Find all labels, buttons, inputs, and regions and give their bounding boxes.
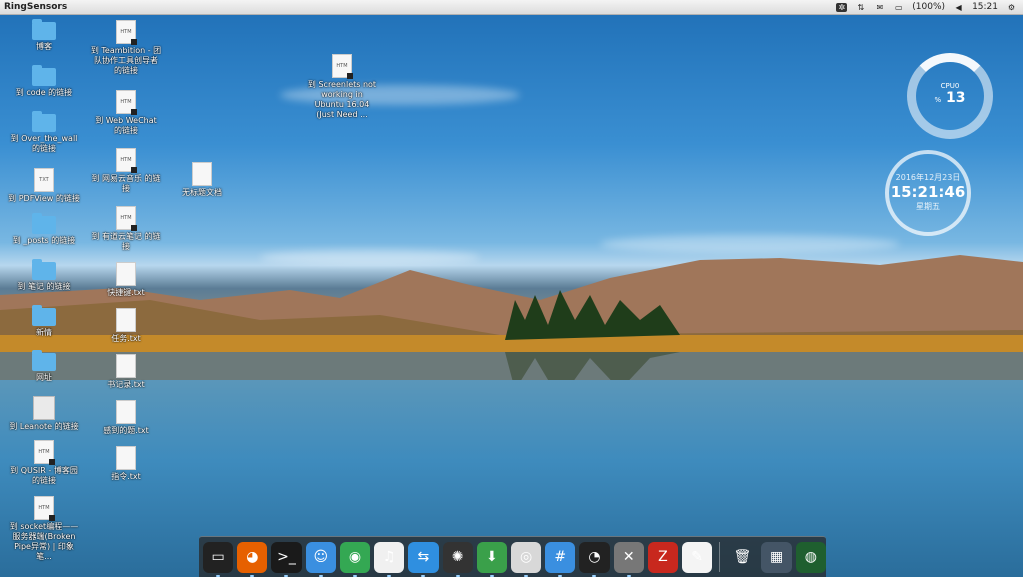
ringsensors-tray-icon[interactable]: ✲: [836, 2, 848, 12]
settings-icon[interactable]: ✕: [613, 541, 644, 577]
aperture-icon[interactable]: ✺: [442, 541, 473, 577]
disk-icon[interactable]: ◎: [510, 541, 542, 577]
folder-icon: [32, 350, 56, 371]
terminal-icon[interactable]: >_: [271, 541, 302, 577]
folder-icon: [32, 259, 56, 280]
dock: ▭ ◕ >_ ☺ ◉ ♫ ⇆ ✺ ⬇ ◎ # ◔ ✕ Z ✎ 🗑 ▦ ◍: [199, 536, 826, 577]
running-indicator: [558, 574, 563, 577]
show-desktop-icon[interactable]: ▦: [761, 541, 792, 573]
folder-icon: [32, 19, 56, 40]
running-indicator: [352, 574, 357, 577]
text-file-icon: [116, 446, 136, 470]
html-file-icon: HTM: [116, 20, 137, 45]
download-icon[interactable]: ⬇: [476, 541, 507, 577]
running-indicator: [284, 574, 289, 577]
desktop-icon-wechat-link[interactable]: HTM 到 Web WeChat 的链接: [90, 90, 162, 136]
active-app-name: RingSensors: [4, 2, 68, 12]
running-indicator: [318, 574, 323, 577]
text-file-icon: [116, 400, 136, 424]
desktop-icon-netease-music-link[interactable]: HTM 到 网易云音乐 的链接: [90, 148, 162, 194]
running-indicator: [523, 574, 528, 577]
firefox-icon[interactable]: ◕: [237, 541, 268, 577]
desktop-icon-blog-folder[interactable]: 博客: [8, 19, 80, 52]
text-file-icon: [116, 262, 136, 286]
battery-icon[interactable]: ▭: [893, 3, 904, 12]
running-indicator: [387, 574, 392, 577]
text-file-icon: [116, 308, 136, 332]
desktop-icon-questions-txt[interactable]: 感到的题.txt: [90, 400, 162, 436]
power-gear-icon[interactable]: ⚙: [1006, 3, 1017, 12]
trash-icon[interactable]: 🗑: [727, 542, 757, 573]
share-icon[interactable]: ⇆: [408, 541, 439, 577]
desktop-icon-qusir-link[interactable]: HTM 到 QUSIR - 博客园 的链接: [8, 440, 80, 486]
workspace-switcher-icon[interactable]: ▭: [203, 541, 234, 577]
running-indicator: [489, 574, 494, 577]
text-file-icon: [116, 354, 136, 378]
filezilla-icon[interactable]: Z: [647, 541, 679, 573]
clock-widget: 2016年12月23日 15:21:46 星期五: [885, 150, 971, 236]
desktop-icon-commands-txt[interactable]: 指令.txt: [90, 446, 162, 482]
clock-date: 2016年12月23日: [895, 173, 961, 182]
running-indicator: [626, 574, 631, 577]
desktop-icon-tasks-txt[interactable]: 任务.txt: [90, 308, 162, 344]
running-indicator: [421, 574, 426, 577]
top-panel: RingSensors ✲ ⇅ ✉ ▭ (100%) ◀ 15:21 ⚙: [0, 0, 1023, 15]
desktop-icon-youdao-note-link[interactable]: HTM 到 有道云笔记 的链接: [90, 206, 162, 252]
music-icon[interactable]: ♫: [374, 541, 405, 577]
hashtag-icon[interactable]: #: [545, 541, 576, 577]
desktop-icon-untitled-document[interactable]: 无标题文档: [166, 162, 238, 198]
running-indicator: [250, 574, 255, 577]
desktop-icon-code-link[interactable]: 到 code 的链接: [8, 65, 80, 98]
dock-separator: [719, 542, 721, 572]
desktop-icon-shortcuts-txt[interactable]: 快捷键.txt: [90, 262, 162, 298]
running-indicator: [592, 574, 597, 577]
desktop-icon-websites-folder[interactable]: 网址: [8, 350, 80, 383]
html-file-icon: HTM: [116, 148, 137, 173]
desktop-icon-socket-note-link[interactable]: HTM 到 socket编程——服务器端(Broken Pipe异常) | 印象…: [8, 496, 80, 562]
html-file-icon: HTM: [116, 206, 137, 231]
running-indicator: [216, 574, 220, 577]
desktop-icon-book-record-txt[interactable]: 书记录.txt: [90, 354, 162, 390]
volume-icon[interactable]: ◀: [953, 3, 964, 12]
running-indicator: [455, 574, 460, 577]
cpu-label: CPU0: [940, 82, 960, 90]
panel-clock[interactable]: 15:21: [972, 2, 998, 12]
html-file-icon: HTM: [332, 54, 353, 79]
html-file-icon: HTM: [34, 496, 55, 521]
dashboard-icon[interactable]: ◔: [579, 541, 610, 577]
transfer-arrows-icon[interactable]: ⇅: [855, 3, 866, 12]
clock-weekday: 星期五: [916, 202, 940, 211]
desktop-icon-screenlets-link[interactable]: HTM 到 Screenlets not working in Ubuntu 1…: [306, 54, 378, 120]
desktop-icon-leanote-link[interactable]: 到 Leanote 的链接: [8, 396, 80, 432]
folder-icon: [32, 65, 56, 86]
text-editor-icon[interactable]: ✎: [682, 541, 713, 573]
folder-icon: [32, 305, 56, 326]
text-file-icon: TXT: [34, 168, 54, 192]
folder-icon: [32, 213, 56, 234]
desktop-icon-pdfview-link[interactable]: TXT 到 PDFView 的链接: [8, 168, 80, 204]
html-file-icon: HTM: [116, 90, 137, 115]
radar-icon[interactable]: ◍: [795, 541, 826, 573]
desktop-icon-over-the-wall-link[interactable]: 到 Over_the_wall 的链接: [8, 111, 80, 154]
desktop-icon-notes-link[interactable]: 到 笔记 的链接: [8, 259, 80, 292]
cpu-usage-widget: CPU0 % 13: [907, 53, 993, 139]
desktop-icon-posts-link[interactable]: 到 _posts 的链接: [8, 213, 80, 246]
battery-percent[interactable]: (100%): [912, 2, 945, 12]
text-file-icon: [192, 162, 212, 186]
html-file-icon: HTM: [34, 440, 55, 465]
finder-icon[interactable]: ☺: [305, 541, 336, 577]
desktop-icon-xinqing-folder[interactable]: 新情: [8, 305, 80, 338]
system-tray: ✲ ⇅ ✉ ▭ (100%) ◀ 15:21 ⚙: [836, 2, 1023, 12]
chrome-icon[interactable]: ◉: [339, 541, 371, 577]
mail-icon[interactable]: ✉: [874, 3, 885, 12]
desktop-icon-teambition-link[interactable]: HTM 到 Teambition - 团队协作工具创导者 的链接: [90, 20, 162, 76]
cpu-value: % 13: [934, 90, 966, 106]
clock-time: 15:21:46: [890, 183, 966, 201]
image-file-icon: [33, 396, 55, 420]
folder-icon: [32, 111, 56, 132]
